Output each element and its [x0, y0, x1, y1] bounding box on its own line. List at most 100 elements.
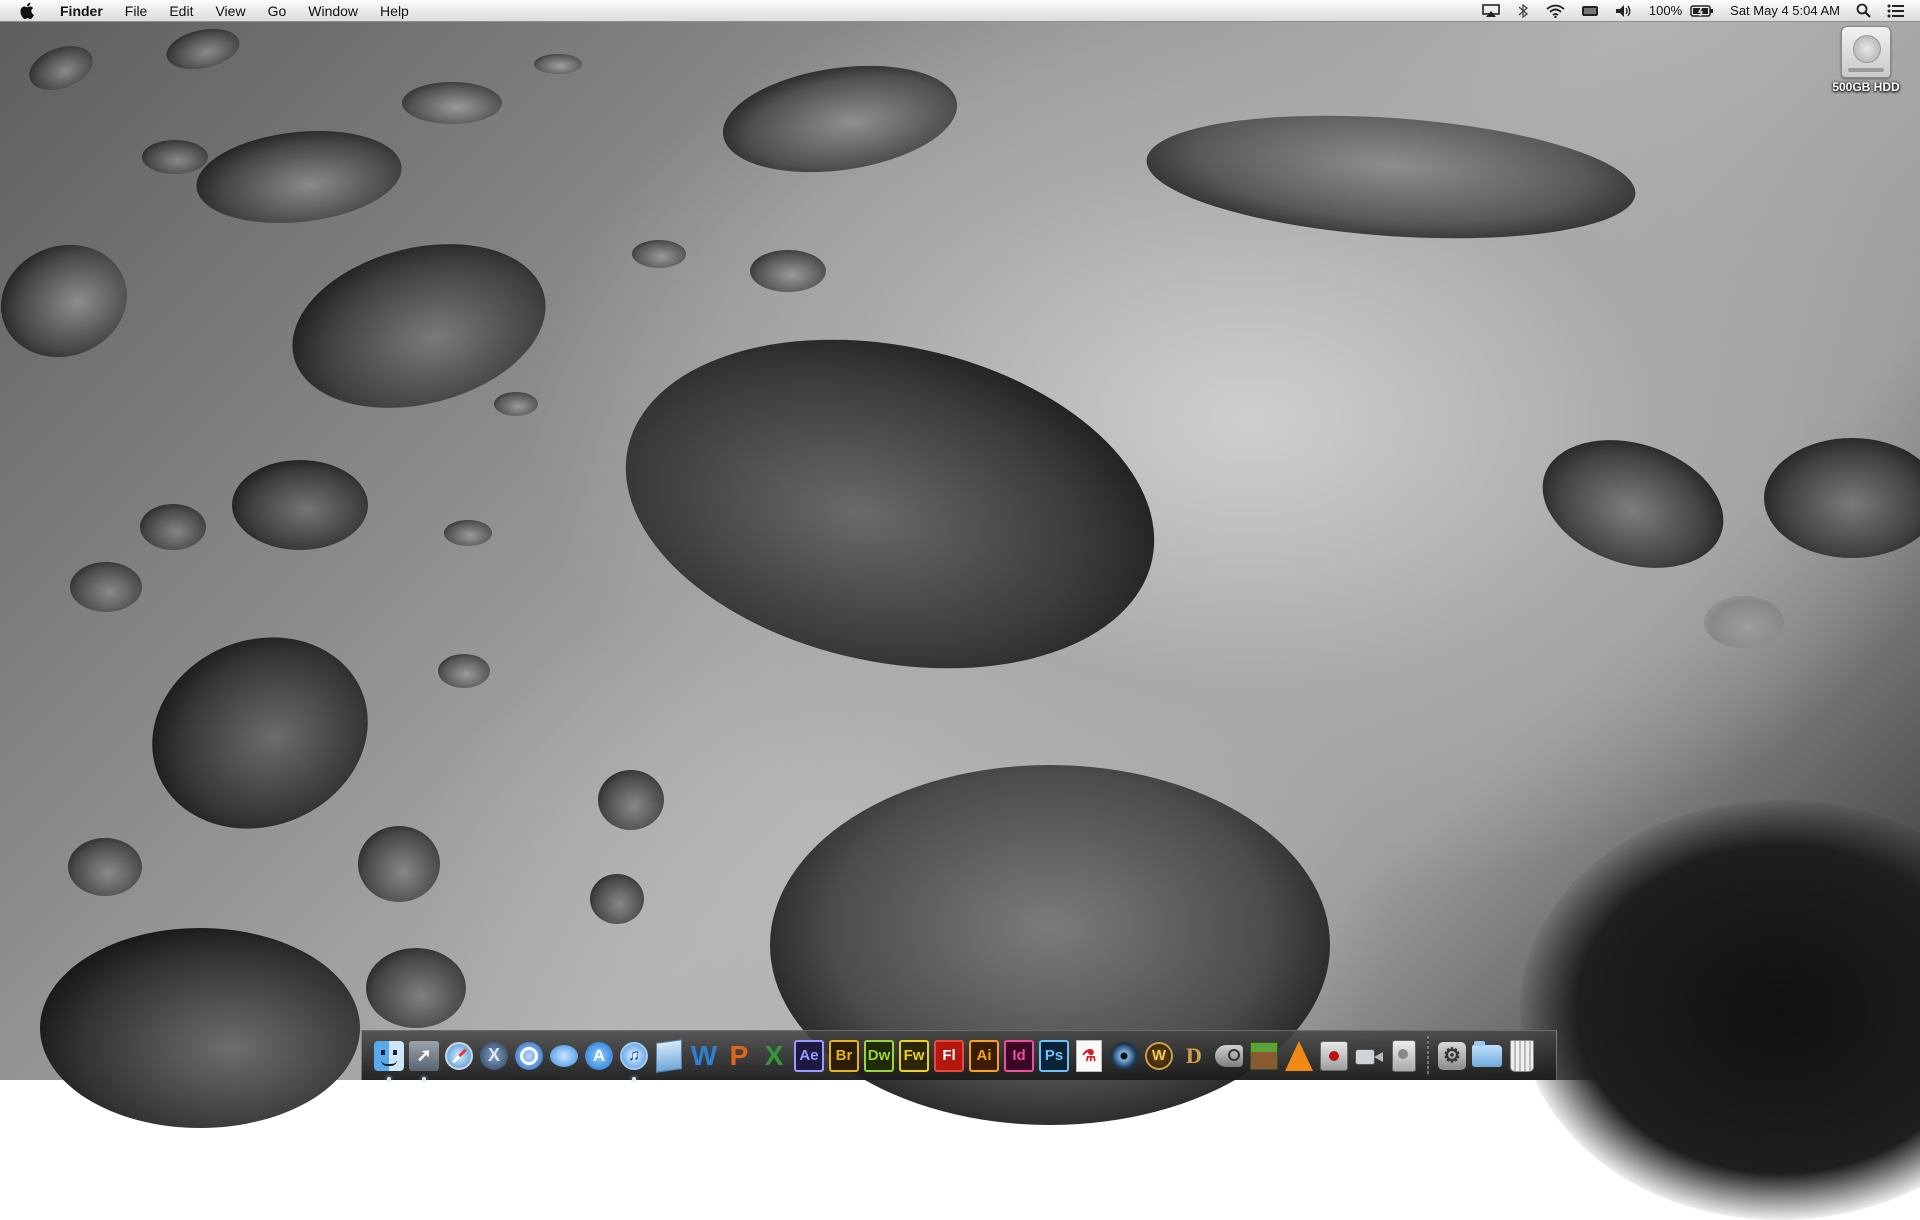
- water-drop: [232, 460, 368, 550]
- dreamweaver-icon: Dw: [867, 1047, 891, 1064]
- folder-icon: [1472, 1040, 1502, 1067]
- menu-file[interactable]: File: [114, 0, 159, 22]
- menu-clock[interactable]: Sat May 4 5:04 AM: [1730, 3, 1840, 18]
- flash-icon: Fl: [942, 1047, 956, 1064]
- water-drop: [142, 140, 208, 174]
- spotlight-search-icon[interactable]: [1856, 0, 1871, 22]
- wifi-icon[interactable]: [1546, 0, 1565, 22]
- water-drop: [1764, 438, 1920, 558]
- apple-menu-icon[interactable]: [14, 2, 40, 19]
- mission-control-icon: X: [480, 1041, 508, 1070]
- water-drop: [1526, 418, 1740, 590]
- notification-center-icon[interactable]: [1887, 0, 1904, 22]
- water-drop: [444, 520, 492, 546]
- dock-item-warcraft[interactable]: W: [1144, 1040, 1174, 1072]
- dock-item-facetime[interactable]: [1354, 1040, 1384, 1072]
- dock-item-diablo[interactable]: D: [1179, 1040, 1209, 1072]
- dock-item-quicktime[interactable]: [514, 1040, 544, 1072]
- dock-item-dreamweaver[interactable]: Dw: [864, 1039, 894, 1072]
- water-drop: [23, 37, 99, 99]
- launchpad-icon: ➚: [409, 1040, 439, 1071]
- water-drop: [1704, 596, 1784, 648]
- safari-icon: [445, 1041, 473, 1070]
- dock-item-safari[interactable]: [444, 1040, 474, 1072]
- menu-app-finder[interactable]: Finder: [54, 0, 114, 22]
- menu-edit[interactable]: Edit: [158, 0, 204, 22]
- dock-item-dropbox[interactable]: [654, 1038, 684, 1073]
- menu-help[interactable]: Help: [369, 0, 420, 22]
- dock-item-dvd-player[interactable]: [1109, 1040, 1139, 1072]
- battery-percentage[interactable]: 100%: [1649, 3, 1682, 18]
- battery-icon[interactable]: [1690, 0, 1714, 22]
- powerpoint-icon: P: [729, 1039, 749, 1071]
- menu-window[interactable]: Window: [297, 0, 369, 22]
- water-drop: [358, 826, 440, 902]
- dock-item-illustrator[interactable]: Ai: [969, 1039, 999, 1072]
- quicktime-icon: [515, 1041, 543, 1070]
- dock-item-minecraft[interactable]: [1249, 1040, 1279, 1072]
- dock-item-bridge[interactable]: Br: [829, 1039, 859, 1072]
- water-drop: [191, 121, 407, 233]
- dock-item-after-effects[interactable]: Ae: [794, 1039, 824, 1072]
- photo-booth-icon: [1320, 1040, 1348, 1071]
- dock-item-app-store[interactable]: A: [584, 1040, 614, 1072]
- water-drop: [632, 240, 686, 268]
- volume-icon[interactable]: [1615, 0, 1633, 22]
- dock-item-powerpoint[interactable]: P: [724, 1040, 754, 1072]
- dock-item-vlc[interactable]: [1284, 1040, 1314, 1072]
- water-drop: [366, 948, 466, 1028]
- water-drop: [750, 250, 826, 292]
- bridge-icon: Br: [835, 1047, 853, 1064]
- desktop-item-label: 500GB HDD: [1832, 80, 1900, 94]
- dock-item-messages[interactable]: [549, 1040, 579, 1072]
- dock-item-acrobat[interactable]: ⚗: [1074, 1039, 1104, 1072]
- dock-item-itunes[interactable]: ♫: [619, 1040, 649, 1081]
- dock-item-steam[interactable]: [1214, 1040, 1244, 1072]
- dock-item-disk-utility[interactable]: [1389, 1039, 1419, 1072]
- water-drop: [68, 838, 142, 896]
- dock-item-word[interactable]: W: [689, 1040, 719, 1072]
- water-drop: [162, 22, 244, 76]
- water-drop: [70, 562, 142, 612]
- diablo-icon: D: [1186, 1042, 1202, 1068]
- warcraft-icon: W: [1145, 1041, 1173, 1070]
- water-drop: [438, 654, 490, 688]
- water-drop: [0, 227, 143, 375]
- excel-icon: X: [764, 1039, 784, 1071]
- dropbox-icon: [656, 1038, 682, 1073]
- water-drop: [494, 392, 538, 416]
- trash-icon: [1510, 1039, 1534, 1072]
- after-effects-icon: Ae: [799, 1047, 819, 1064]
- dock-item-photo-booth[interactable]: [1319, 1040, 1349, 1072]
- water-drop: [716, 52, 964, 186]
- itunes-icon: ♫: [620, 1041, 648, 1070]
- dock: ➚ X A ♫ W P X Ae Br Dw Fw Fl Ai Id Ps ⚗ …: [361, 1030, 1557, 1081]
- water-drop: [598, 770, 664, 830]
- acrobat-icon: ⚗: [1076, 1039, 1102, 1072]
- airplay-icon[interactable]: [1482, 0, 1500, 22]
- water-drop: [534, 54, 582, 74]
- bluetooth-icon[interactable]: [1516, 0, 1530, 22]
- steam-icon: [1215, 1044, 1243, 1067]
- dock-item-flash[interactable]: Fl: [934, 1039, 964, 1072]
- display-icon[interactable]: [1581, 0, 1599, 22]
- dock-item-photoshop[interactable]: Ps: [1039, 1039, 1069, 1072]
- menu-view[interactable]: View: [204, 0, 256, 22]
- dock-item-indesign[interactable]: Id: [1004, 1039, 1034, 1072]
- photoshop-icon: Ps: [1044, 1047, 1064, 1064]
- menu-go[interactable]: Go: [257, 0, 298, 22]
- system-preferences-icon: ⚙: [1438, 1041, 1466, 1070]
- dock-item-fireworks[interactable]: Fw: [899, 1039, 929, 1072]
- vlc-icon: [1285, 1040, 1313, 1071]
- dock-item-system-preferences[interactable]: ⚙: [1437, 1040, 1467, 1072]
- dock-item-documents[interactable]: [1472, 1040, 1502, 1072]
- dock-item-excel[interactable]: X: [759, 1040, 789, 1072]
- dock-item-launchpad[interactable]: ➚: [409, 1040, 439, 1081]
- dock-item-finder[interactable]: [374, 1040, 404, 1081]
- dock-item-mission-control[interactable]: X: [479, 1040, 509, 1072]
- desktop-item-hdd[interactable]: 500GB HDD: [1822, 26, 1910, 94]
- dock-item-trash[interactable]: [1507, 1039, 1537, 1072]
- illustrator-icon: Ai: [976, 1047, 992, 1064]
- messages-icon: [550, 1044, 578, 1067]
- menu-bar: Finder File Edit View Go Window Help 100…: [0, 0, 1920, 22]
